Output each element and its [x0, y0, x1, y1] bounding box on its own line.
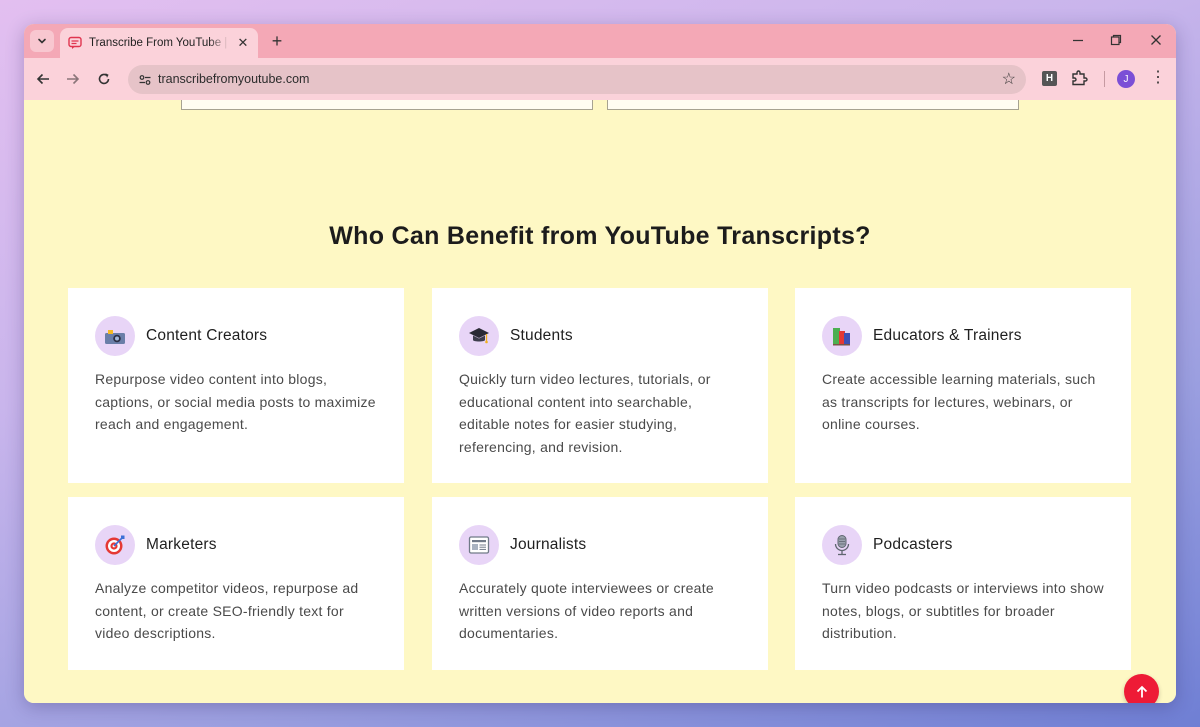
card-description: Quickly turn video lectures, tutorials, … — [459, 371, 711, 455]
tab-strip: Transcribe From YouTube | Quick ✕ + — [24, 24, 1176, 58]
restore-icon[interactable] — [1108, 33, 1124, 49]
browser-toolbar: transcribefromyoutube.com ☆ H J ⋮ — [24, 58, 1176, 100]
forward-icon[interactable] — [63, 69, 83, 89]
card-description: Turn video podcasts or interviews into s… — [822, 580, 1104, 641]
scroll-to-top-button[interactable] — [1124, 674, 1159, 703]
card-title: Podcasters — [873, 536, 953, 553]
previous-section-box — [181, 100, 593, 110]
more-menu-icon[interactable]: ⋮ — [1150, 69, 1166, 87]
books-icon — [822, 316, 862, 356]
target-icon — [95, 525, 135, 565]
microphone-icon — [822, 525, 862, 565]
extension-h-icon[interactable]: H — [1042, 71, 1057, 86]
card-title: Students — [510, 327, 573, 344]
section-title: Who Can Benefit from YouTube Transcripts… — [329, 222, 871, 250]
browser-tab[interactable]: Transcribe From YouTube | Quick ✕ — [60, 28, 258, 58]
benefit-card: Journalists Accurately quote interviewee… — [432, 497, 768, 670]
newspaper-icon — [459, 525, 499, 565]
chevron-down-icon — [38, 38, 46, 44]
card-title: Marketers — [146, 536, 217, 553]
reload-icon[interactable] — [94, 69, 114, 89]
benefit-card: Students Quickly turn video lectures, tu… — [432, 288, 768, 483]
arrow-up-icon — [1136, 685, 1147, 697]
extensions-puzzle-icon[interactable] — [1070, 69, 1090, 89]
benefit-card: Educators & Trainers Create accessible l… — [795, 288, 1131, 483]
card-title: Content Creators — [146, 327, 268, 344]
back-icon[interactable] — [33, 69, 53, 89]
bookmark-star-icon[interactable]: ☆ — [1002, 69, 1016, 89]
address-bar[interactable]: transcribefromyoutube.com ☆ — [128, 65, 1026, 94]
card-description: Create accessible learning materials, su… — [822, 371, 1096, 432]
close-window-icon[interactable] — [1148, 33, 1164, 49]
tab-title: Transcribe From YouTube | Quick — [89, 37, 229, 49]
new-tab-button[interactable]: + — [267, 31, 287, 52]
caption-icon — [68, 36, 82, 49]
card-description: Accurately quote interviewees or create … — [459, 580, 714, 641]
card-description: Analyze competitor videos, repurpose ad … — [95, 580, 359, 641]
benefit-card: Marketers Analyze competitor videos, rep… — [68, 497, 404, 670]
minimize-icon[interactable] — [1070, 33, 1086, 49]
previous-section-box — [607, 100, 1019, 110]
graduation-cap-icon — [459, 316, 499, 356]
benefit-card: Content Creators Repurpose video content… — [68, 288, 404, 483]
url-text[interactable]: transcribefromyoutube.com — [158, 72, 309, 86]
close-tab-icon[interactable]: ✕ — [236, 35, 250, 51]
tab-search-button[interactable] — [30, 30, 54, 52]
profile-avatar[interactable]: J — [1117, 70, 1135, 88]
toolbar-divider — [1104, 71, 1105, 87]
card-title: Journalists — [510, 536, 587, 553]
site-info-icon[interactable] — [135, 70, 155, 90]
card-title: Educators & Trainers — [873, 327, 1022, 344]
benefit-card: Podcasters Turn video podcasts or interv… — [795, 497, 1131, 670]
page-content: Who Can Benefit from YouTube Transcripts… — [24, 100, 1176, 703]
camera-icon — [95, 316, 135, 356]
browser-window: Transcribe From YouTube | Quick ✕ + tra — [24, 24, 1176, 703]
card-description: Repurpose video content into blogs, capt… — [95, 371, 376, 432]
